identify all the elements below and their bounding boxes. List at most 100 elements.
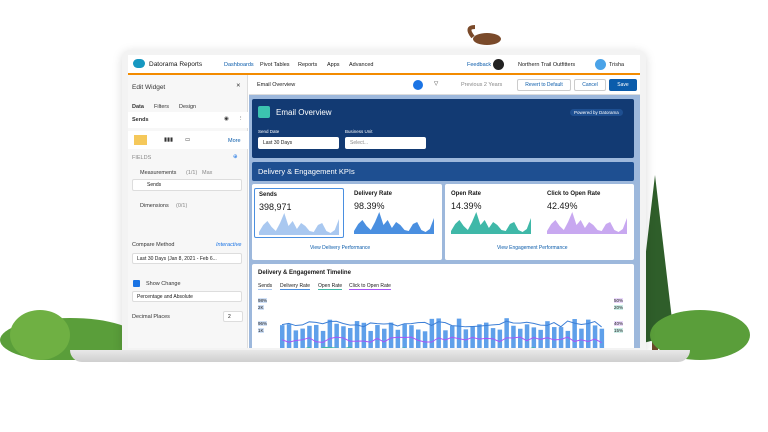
add-icon[interactable] [413, 80, 423, 90]
max-label: Max [202, 170, 213, 176]
sparkline [259, 213, 339, 235]
y-tick: 2K [258, 305, 264, 310]
tab-dashboards[interactable]: Dashboards [224, 62, 254, 68]
timeline-bar [565, 330, 571, 348]
dashboard-toolbar: Email Overview ▽ Previous 2 Years Revert… [249, 75, 640, 95]
compare-mode-link[interactable]: Interactive [216, 242, 241, 248]
timeline-bar [456, 318, 462, 348]
more-options-icon[interactable]: ⋮ [238, 116, 244, 122]
timeline-bar [524, 324, 530, 348]
timeline-bar [348, 328, 353, 348]
more-link[interactable]: More [228, 138, 241, 144]
timeline-bar [293, 330, 299, 348]
fields-label: FIELDS [132, 155, 152, 161]
kpi-open-rate[interactable]: Open Rate 14.39% [447, 188, 537, 238]
timeline-bar [327, 319, 333, 348]
timeline-bar [552, 327, 557, 348]
widget-name: Sends [132, 117, 149, 123]
y-tick-right: 50% [614, 298, 624, 303]
y-tick: 96% [258, 321, 268, 326]
y-tick-right: 40% [614, 321, 624, 326]
sparkline-area [547, 212, 627, 234]
kpi-section-header: Delivery & Engagement KPIs [252, 162, 634, 181]
tab-design[interactable]: Design [179, 104, 196, 110]
view-delivery-link[interactable]: View Delivery Performance [310, 245, 370, 251]
kpi-section-title: Delivery & Engagement KPIs [258, 167, 355, 176]
tab-data[interactable]: Data [132, 104, 144, 110]
user-menu[interactable]: Trisha [609, 62, 624, 68]
timeline-bar [490, 328, 496, 348]
dashboard-canvas: Email Overview Powered by Datorama Send … [249, 95, 640, 348]
date-range[interactable]: Previous 2 Years [461, 82, 502, 88]
sparkline [547, 212, 627, 234]
timeline-bar [416, 329, 421, 348]
measure-item[interactable]: Sends [132, 179, 242, 191]
powered-by-badge: Powered by Datorama [570, 109, 623, 116]
timeline-bar [429, 318, 435, 348]
tab-pivot-tables[interactable]: Pivot Tables [260, 62, 290, 68]
timeline-bar [388, 322, 394, 348]
y-tick-right: 20% [614, 305, 624, 310]
timeline-bar [314, 324, 319, 348]
delivery-kpi-card: Sends 398,971 Delivery Rate 98.39% View De… [252, 184, 442, 260]
timeline-bar [286, 324, 292, 348]
kpi-delivery-rate[interactable]: Delivery Rate 98.39% [350, 188, 440, 238]
timeline-bar [300, 328, 305, 348]
legend-delivery-rate[interactable]: Delivery Rate [280, 283, 311, 290]
timeline-bar [334, 323, 339, 348]
org-avatar-icon[interactable] [493, 59, 504, 70]
cancel-button[interactable]: Cancel [574, 79, 606, 91]
salesforce-cloud-icon [133, 59, 145, 68]
measurements-count: (1/1) [186, 170, 198, 176]
table-type-icon[interactable]: ▭ [185, 137, 190, 143]
sparkline [451, 212, 531, 234]
close-icon[interactable]: ✕ [236, 83, 241, 89]
timeline-bar [422, 331, 428, 348]
timeline-bar [368, 330, 373, 348]
timeline-bar [484, 322, 489, 348]
save-button[interactable]: Save [609, 79, 637, 91]
change-format-select[interactable]: Percentage and Absolute [132, 291, 242, 302]
legend-sends[interactable]: Sends [258, 283, 273, 290]
org-switcher[interactable]: Northern Trail Outfitters [518, 62, 575, 68]
sparkline [354, 212, 434, 234]
y-tick-right: 15% [614, 328, 624, 333]
eye-icon[interactable]: ◉ [224, 116, 229, 122]
header-title: Email Overview [276, 108, 332, 117]
business-unit-select[interactable]: Select... [345, 137, 426, 149]
compare-date-field[interactable]: Last 30 Days (Jan 8, 2021 - Feb 6... [132, 253, 242, 264]
timeline-card: Delivery & Engagement Timeline Sends Del… [252, 264, 634, 348]
dimensions-count: (0/1) [176, 203, 188, 209]
kpi-sends[interactable]: Sends 398,971 [254, 188, 344, 238]
y-tick: 98% [258, 298, 268, 303]
tab-apps[interactable]: Apps [327, 62, 340, 68]
engagement-kpi-card: Open Rate 14.39% Click to Open Rate 42.49%… [445, 184, 634, 260]
tab-reports[interactable]: Reports [298, 62, 317, 68]
measurements-label: Measurements [140, 170, 177, 176]
dimensions-label: Dimensions [140, 203, 169, 209]
timeline-bar [375, 325, 380, 348]
edit-widget-panel: Edit Widget ✕ Data Filters Design Sends ◉… [128, 75, 248, 348]
kpi-click-to-open-rate[interactable]: Click to Open Rate 42.49% [543, 188, 633, 238]
tab-filters[interactable]: Filters [154, 104, 169, 110]
legend-open-rate[interactable]: Open Rate [318, 283, 343, 290]
timeline-bar [382, 328, 387, 348]
app-window: Datorama Reports Dashboards Pivot Tables… [128, 55, 640, 348]
revert-button[interactable]: Revert to Default [517, 79, 571, 91]
decimal-places-select[interactable]: 2 [223, 311, 243, 322]
timeline-bar [477, 324, 482, 348]
area-chart-type-icon[interactable] [134, 135, 147, 145]
user-avatar[interactable] [595, 59, 606, 70]
dashboard-title: Email Overview [257, 82, 296, 88]
filter-icon[interactable]: ▽ [434, 81, 438, 87]
squirrel-mascot [467, 25, 501, 45]
view-engagement-link[interactable]: View Engagement Performance [497, 245, 568, 251]
tab-advanced[interactable]: Advanced [349, 62, 373, 68]
feedback-link[interactable]: Feedback [467, 62, 491, 68]
timeline-bar [463, 329, 469, 348]
legend-click-to-open[interactable]: Click to Open Rate [349, 283, 391, 290]
send-date-field[interactable]: Last 30 Days [258, 137, 339, 149]
add-field-icon[interactable]: ⊕ [233, 154, 238, 160]
bar-chart-type-icon[interactable]: ▮▮▮ [164, 137, 173, 143]
show-change-checkbox[interactable] [133, 280, 140, 287]
